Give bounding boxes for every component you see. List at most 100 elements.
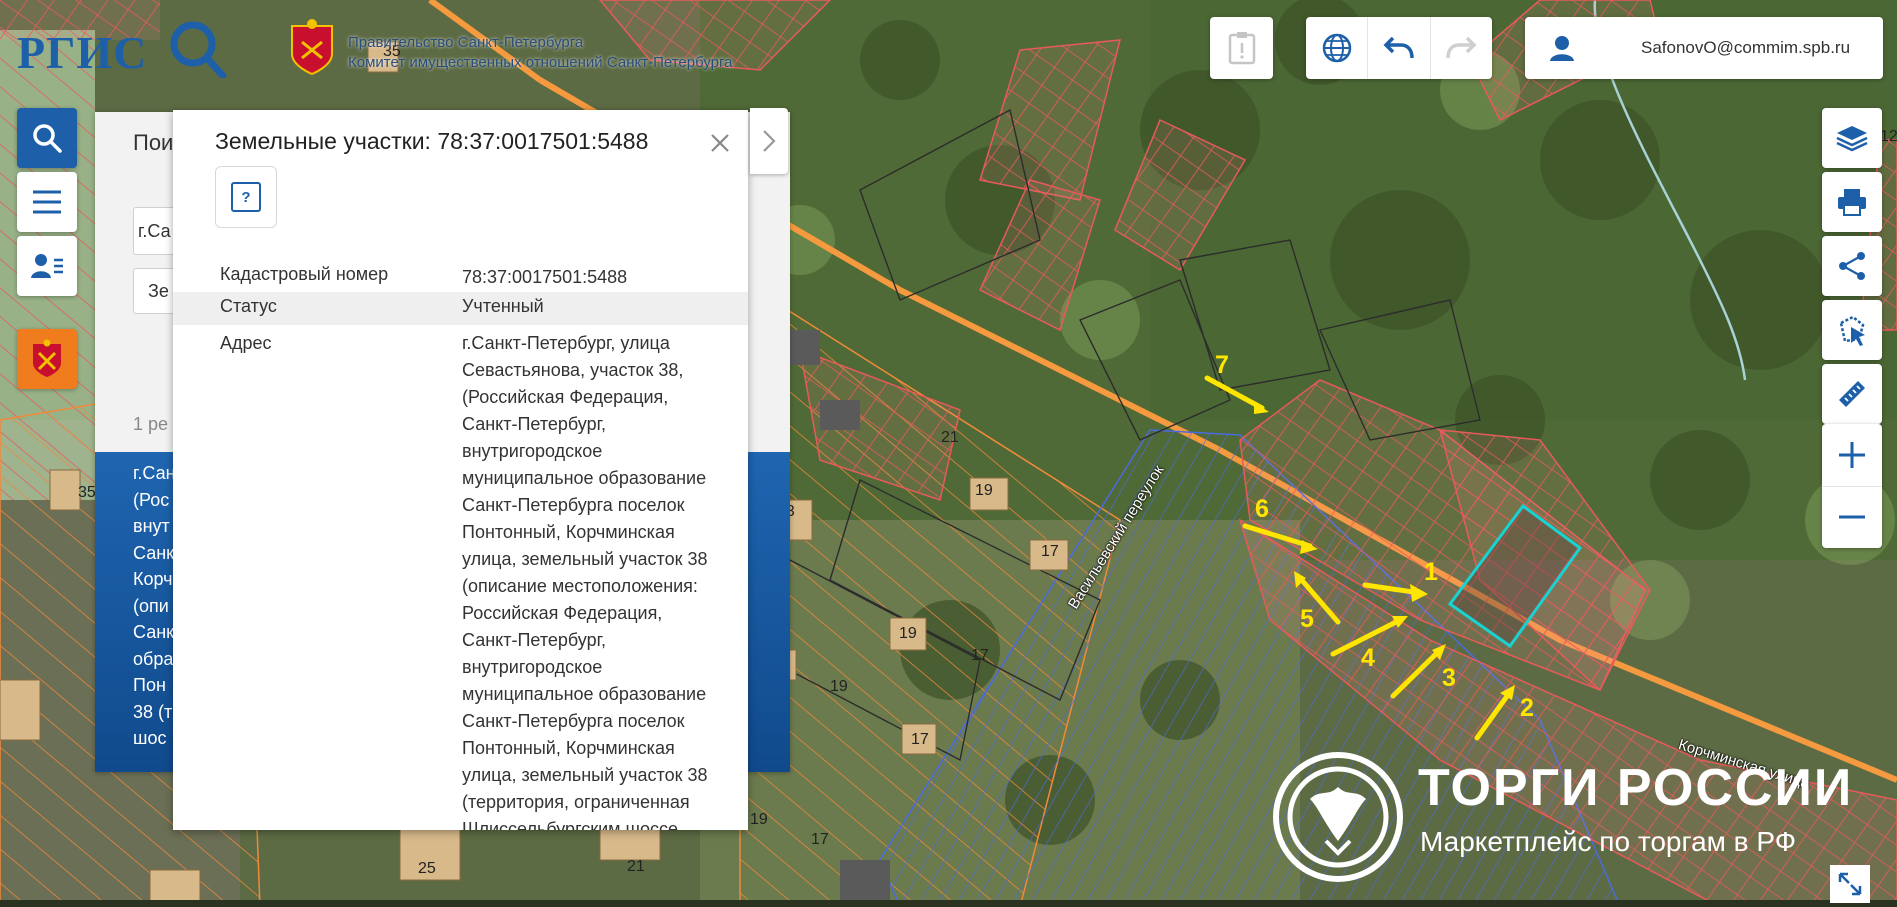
user-icon (1550, 36, 1574, 61)
print-icon (1838, 189, 1866, 216)
house-number: 17 (971, 647, 989, 664)
house-number: 19 (975, 482, 993, 499)
select-icon (1839, 315, 1865, 346)
info-value: 78:37:0017501:5488 (462, 267, 628, 287)
annotation-number: 5 (1300, 605, 1314, 633)
torgi-logo-icon (1273, 752, 1403, 882)
torgi-subtitle: Маркетплейс по торгам в РФ (1420, 826, 1796, 857)
house-number: 17 (911, 731, 929, 748)
address-line: (территория, ограниченная (462, 792, 690, 812)
redo-button[interactable] (1431, 17, 1492, 79)
annotation-number: 2 (1520, 694, 1534, 722)
zoom-control (1822, 424, 1882, 548)
share-icon (1839, 252, 1865, 280)
address-line: Севастьянова, участок 38, (462, 360, 684, 380)
house-number: 17 (811, 831, 829, 848)
address-line: внутригородское (462, 657, 603, 677)
house-number: 25 (418, 860, 436, 877)
help-icon: ? (231, 182, 261, 212)
house-number: 21 (627, 858, 645, 875)
user-account-button[interactable]: SafonovO@commim.spb.ru (1525, 17, 1883, 79)
user-email: SafonovO@commim.spb.ru (1641, 38, 1851, 57)
address-line: (Российская Федерация, (462, 387, 669, 407)
annotation-number: 7 (1215, 351, 1229, 379)
annotation-number: 4 (1361, 644, 1375, 672)
menu-button[interactable] (17, 172, 77, 232)
expand-icon (1838, 872, 1862, 896)
globe-icon (1322, 33, 1351, 63)
torgi-title: ТОРГИ РОССИИ (1418, 759, 1854, 817)
zoom-in-icon (1839, 441, 1865, 468)
clipboard-icon (1228, 32, 1255, 65)
coat-of-arms-icon (33, 339, 61, 377)
house-number: 19 (830, 678, 848, 695)
info-row-address: Адрес г.Санкт-Петербург, улица Севастьяно… (173, 330, 748, 830)
address-line: Санкт-Петербург, (462, 414, 606, 434)
clipboard-button[interactable] (1210, 17, 1273, 79)
address-line: Понтонный, Корчминская (462, 522, 675, 542)
history-toolbar (1306, 17, 1492, 79)
gov-line1: Правительство Санкт-Петербурга (348, 34, 584, 51)
info-value-address: г.Санкт-Петербург, улица Севастьянова, уч… (462, 330, 742, 830)
house-number: 19 (899, 625, 917, 642)
ruler-button[interactable] (1822, 364, 1882, 424)
select-area-button[interactable] (1822, 300, 1882, 360)
close-icon[interactable] (709, 132, 731, 154)
house-number: 17 (1041, 543, 1059, 560)
torgi-watermark: ТОРГИ РОССИИ Маркетплейс по торгам в РФ (1270, 752, 1870, 882)
info-row-cadastral: Кадастровый номер 78:37:0017501:5488 (173, 264, 748, 292)
share-button[interactable] (1822, 236, 1882, 296)
edge-number: 12 (1880, 128, 1897, 145)
address-line: Санкт-Петербург, (462, 630, 606, 650)
layers-icon (1836, 126, 1868, 152)
menu-icon (33, 190, 61, 214)
annotation-number: 1 (1424, 558, 1438, 586)
address-line: улица, земельный участок 38 (462, 765, 708, 785)
zoom-out-button[interactable] (1822, 487, 1882, 549)
address-line: муниципальное образование (462, 468, 707, 488)
zoom-in-button[interactable] (1822, 424, 1882, 487)
address-line: Санкт-Петербурга поселок (462, 711, 685, 731)
coat-of-arms-button[interactable] (17, 329, 77, 389)
address-line: Понтонный, Корчминская (462, 738, 675, 758)
rgis-logo[interactable]: РГИС (17, 18, 227, 78)
logo-magnifier-icon (170, 21, 227, 78)
search-button[interactable] (17, 108, 77, 168)
annotation-number: 3 (1442, 664, 1456, 692)
undo-button[interactable] (1368, 17, 1431, 79)
ruler-icon (1839, 381, 1865, 407)
search-type-value: Зе (148, 281, 169, 301)
search-input-value: г.Са (138, 221, 171, 241)
fullscreen-button[interactable] (1830, 865, 1870, 903)
gov-emblem-icon (291, 19, 333, 76)
user-list-button[interactable] (17, 236, 77, 296)
address-line: внутригородское (462, 441, 603, 461)
search-icon (33, 124, 62, 153)
collapse-panel-button[interactable] (750, 108, 788, 174)
house-number: 21 (941, 429, 959, 446)
address-line: Санкт-Петербурга поселок (462, 495, 685, 515)
zoom-out-icon (1839, 515, 1865, 519)
address-line: Шлиссельбургским шоссе (462, 819, 679, 830)
gov-line2: Комитет имущественных отношений Санкт-Пе… (348, 54, 733, 71)
undo-icon (1383, 36, 1414, 59)
address-line: муниципальное образование (462, 684, 707, 704)
address-line: (описание местоположения: (462, 576, 698, 596)
redo-icon (1446, 36, 1477, 59)
search-results-count: 1 ре (133, 414, 169, 434)
globe-button[interactable] (1306, 17, 1369, 79)
layers-button[interactable] (1822, 108, 1882, 168)
info-value: Учтенный (462, 296, 544, 316)
address-line: Российская Федерация, (462, 603, 663, 623)
info-key: Статус (220, 296, 277, 316)
logo-text: РГИС (17, 27, 148, 78)
address-line: улица, земельный участок 38 (462, 549, 708, 569)
house-number: 19 (750, 811, 768, 828)
help-button[interactable]: ? (215, 166, 277, 228)
address-line: г.Санкт-Петербург, улица (462, 333, 670, 353)
annotation-number: 6 (1255, 495, 1269, 523)
house-number: 35 (78, 484, 96, 501)
gov-text: Правительство Санкт-Петербурга Комитет и… (348, 33, 733, 73)
print-button[interactable] (1822, 172, 1882, 232)
popup-title: Земельные участки: 78:37:0017501:5488 (215, 128, 649, 154)
